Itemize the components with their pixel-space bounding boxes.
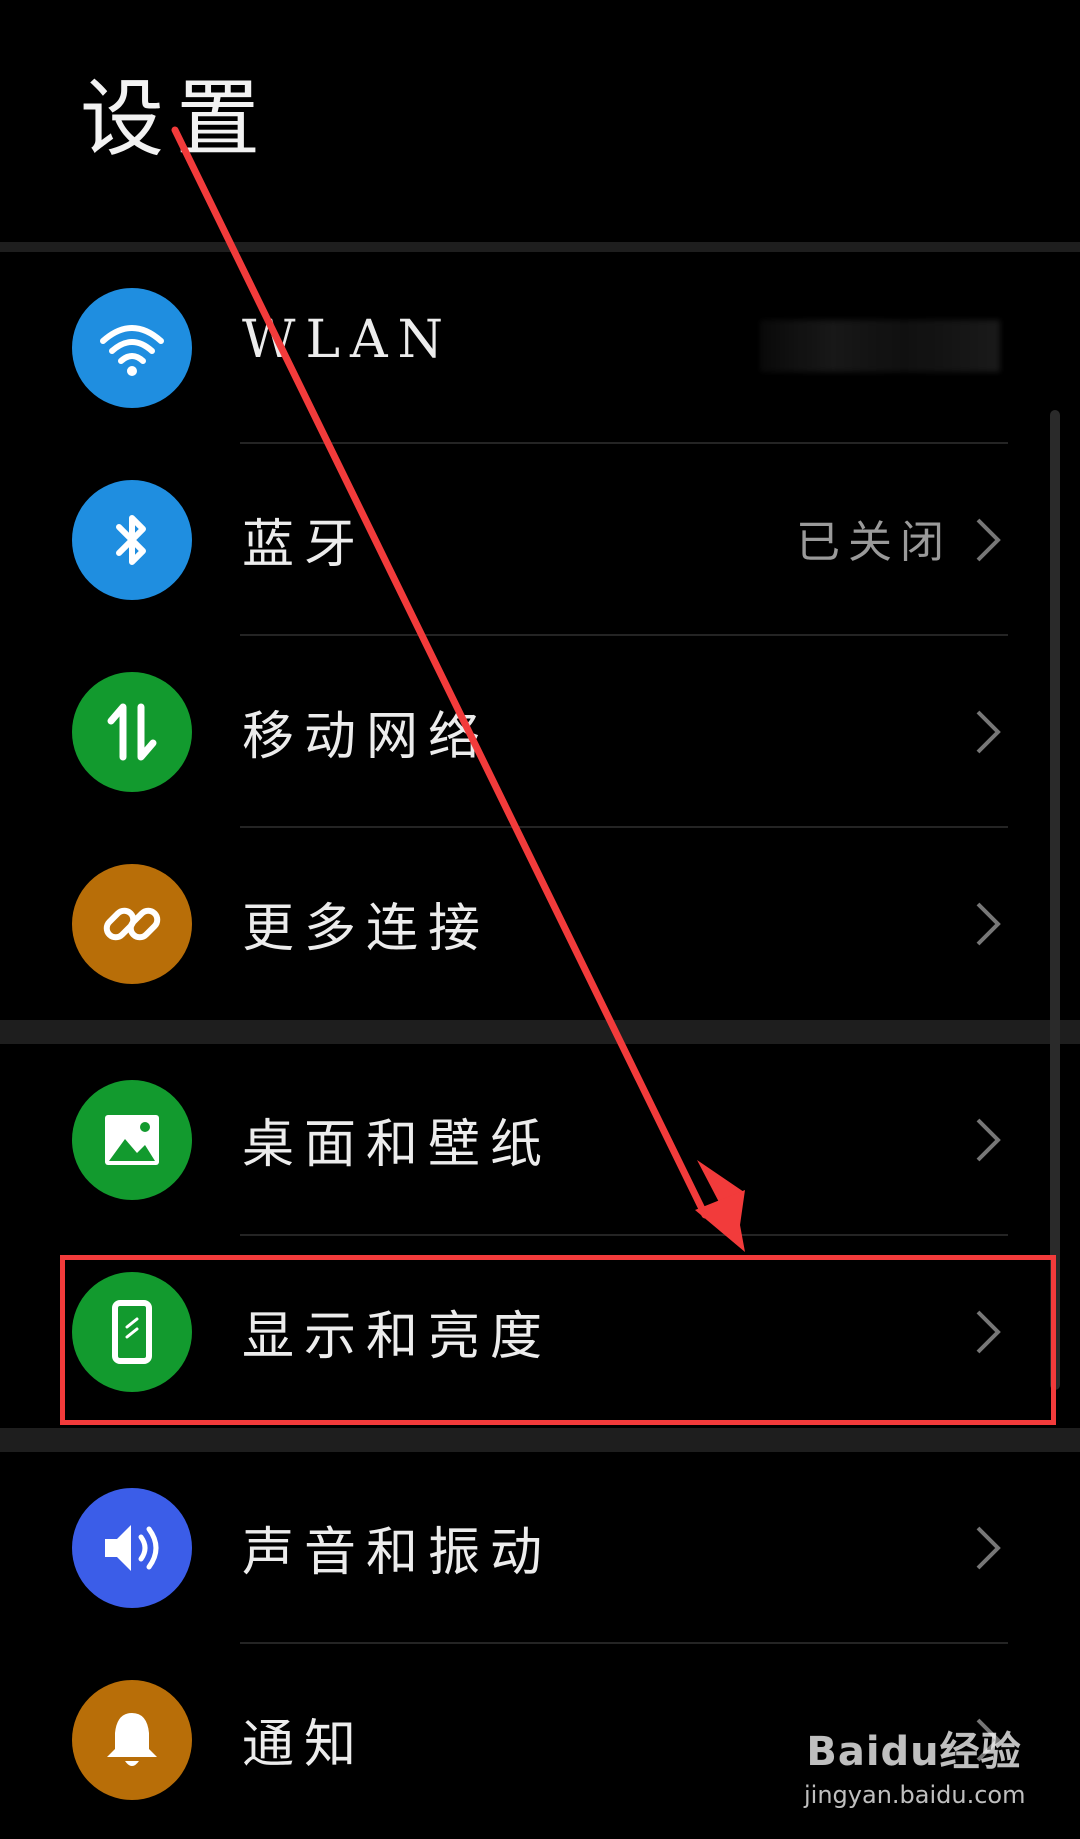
chevron-right-icon — [976, 1118, 1001, 1162]
bell-icon — [72, 1680, 192, 1800]
settings-item-desktop-wallpaper[interactable]: 桌面和壁纸 — [0, 1044, 1080, 1236]
watermark-logo: Baidu经验 — [806, 1729, 1022, 1775]
watermark: Baidu经验 jingyan.baidu.com — [804, 1719, 1026, 1809]
section-divider — [0, 242, 1080, 252]
chevron-right-icon — [976, 518, 1001, 562]
section-divider — [0, 1428, 1080, 1452]
bluetooth-status: 已关闭 — [796, 517, 952, 568]
settings-item-label: 桌面和壁纸 — [242, 1115, 553, 1175]
page-title: 设置 — [80, 70, 273, 168]
watermark-url: jingyan.baidu.com — [804, 1781, 1026, 1809]
settings-item-label: 通知 — [242, 1715, 367, 1775]
settings-item-mobile-network[interactable]: 移动网络 — [0, 636, 1080, 828]
chevron-right-icon — [976, 1526, 1001, 1570]
bluetooth-icon — [72, 480, 192, 600]
settings-item-more-connections[interactable]: 更多连接 — [0, 828, 1080, 1020]
settings-item-label: 更多连接 — [242, 899, 491, 959]
settings-screen: 设置 WLAN 蓝牙 已关闭 移动网络 更多连接 桌面和壁纸 显示和亮度 声音和… — [0, 0, 1080, 1839]
settings-item-label: 声音和振动 — [242, 1523, 553, 1583]
scrollbar[interactable] — [1050, 410, 1060, 1390]
settings-item-sound-vibration[interactable]: 声音和振动 — [0, 1452, 1080, 1644]
settings-item-label: 移动网络 — [242, 707, 491, 767]
section-divider — [0, 1020, 1080, 1044]
image-icon — [72, 1080, 192, 1200]
redacted-network-name — [760, 320, 1000, 372]
chevron-right-icon — [976, 710, 1001, 754]
chevron-right-icon — [976, 902, 1001, 946]
settings-item-label: WLAN — [242, 310, 454, 370]
settings-item-wlan[interactable]: WLAN — [0, 252, 1080, 444]
speaker-icon — [72, 1488, 192, 1608]
wifi-icon — [72, 288, 192, 408]
settings-item-label: 蓝牙 — [242, 515, 367, 575]
annotation-highlight-box — [60, 1255, 1056, 1425]
settings-item-bluetooth[interactable]: 蓝牙 已关闭 — [0, 444, 1080, 636]
mobile-data-icon — [72, 672, 192, 792]
link-icon — [72, 864, 192, 984]
